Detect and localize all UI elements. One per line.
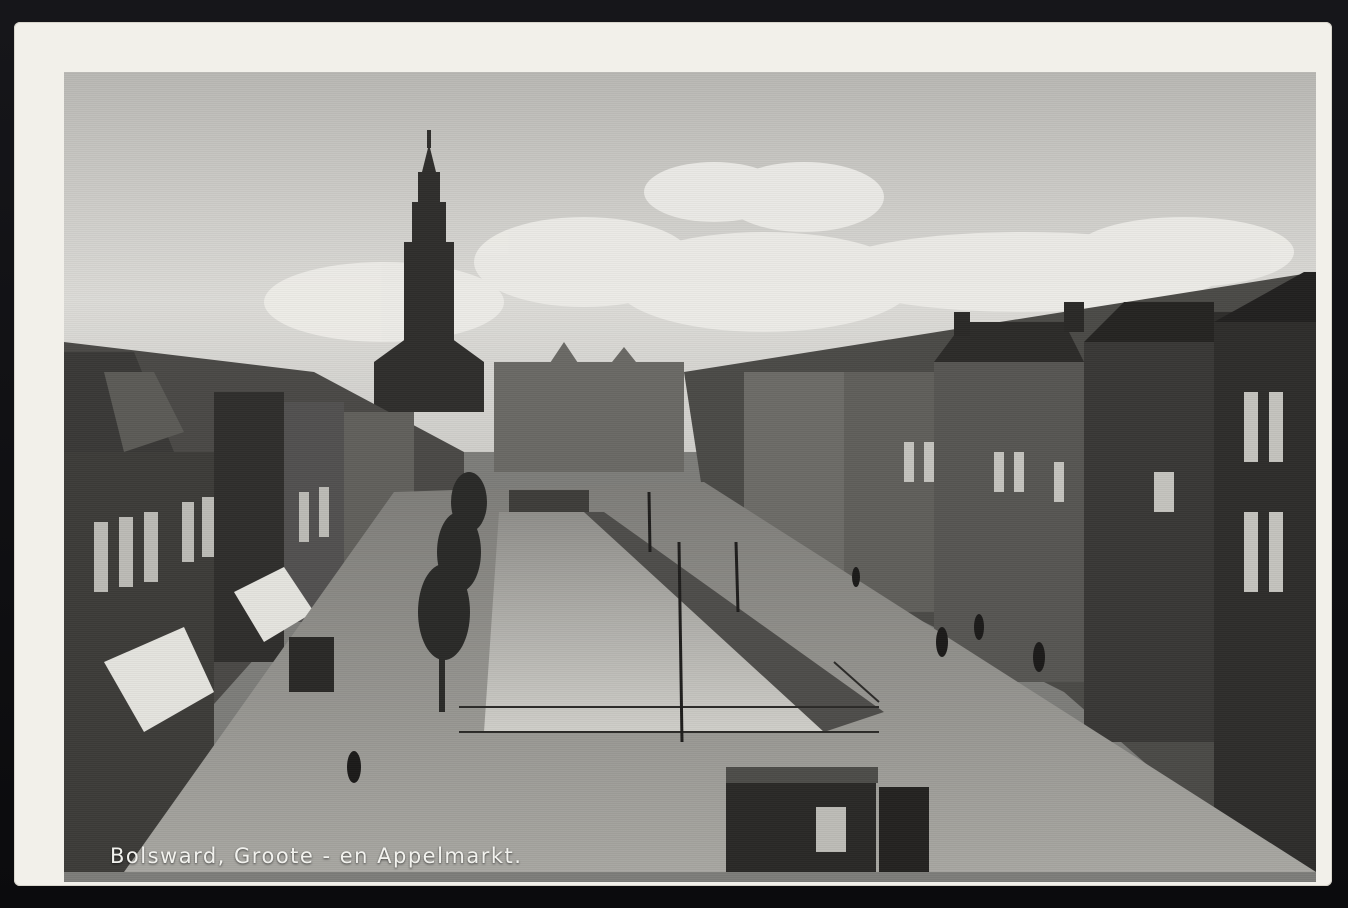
postcard: Bolsward, Groote - en Appelmarkt. bbox=[14, 22, 1332, 886]
postcard-caption: Bolsward, Groote - en Appelmarkt. bbox=[110, 844, 523, 868]
cart-left bbox=[289, 637, 334, 692]
bridge bbox=[509, 490, 589, 512]
street-scene bbox=[64, 72, 1316, 872]
photograph: Bolsward, Groote - en Appelmarkt. bbox=[64, 72, 1316, 882]
